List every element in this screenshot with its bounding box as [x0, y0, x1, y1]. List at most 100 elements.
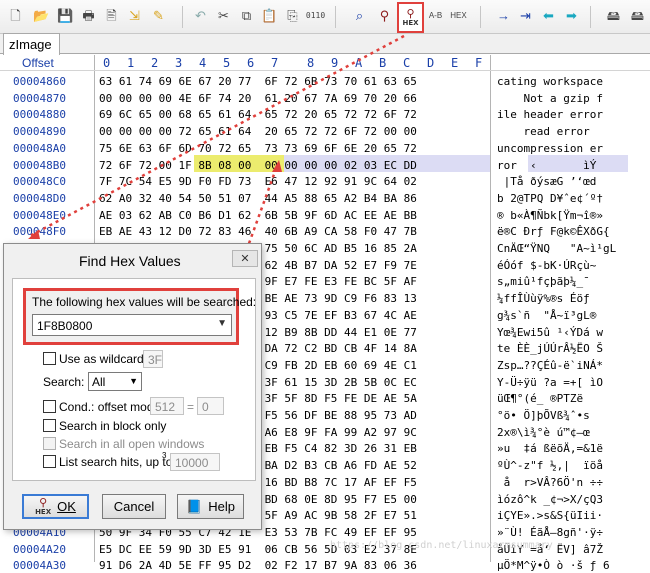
hex-row[interactable]: 000048C0 7F 7C 54 E5 9D F0 FD 73 E6 47 12… [0, 172, 650, 189]
edit-icon[interactable]: ✎ [149, 6, 168, 25]
cond-value-input[interactable]: 0 [197, 397, 224, 415]
open-folder-icon[interactable]: 📂 [32, 6, 51, 25]
hex-row[interactable]: 00004890 00 00 00 00 72 65 61 64 20 65 72… [0, 122, 650, 139]
cond-checkbox[interactable] [43, 400, 56, 413]
copy-icon[interactable]: ⧉ [237, 6, 256, 25]
print-icon[interactable]: 🖶 [79, 6, 98, 25]
dialog-close-button[interactable]: ✕ [232, 250, 258, 267]
row-bytes[interactable]: 75 6E 63 6F 6D 70 72 65 73 73 69 6F 6E 2… [99, 142, 417, 155]
row-bytes[interactable]: 72 6F 72 00 1F 8B 08 00 00 00 00 00 02 0… [99, 159, 417, 172]
row-ascii[interactable]: cating workspace [497, 75, 647, 88]
cond-mod-input[interactable]: 512 [150, 397, 184, 415]
row-ascii[interactable]: ¼ffÎÙùÿ%®s Éöƒ [497, 292, 647, 305]
help-button[interactable]: 📘 Help [177, 494, 244, 519]
row-bytes[interactable]: 63 61 74 69 6E 67 20 77 6F 72 6B 73 70 6… [99, 75, 417, 88]
row-ascii[interactable]: å r>VÂ?6Ö'n ÷÷ [497, 476, 647, 489]
row-ascii[interactable]: Zsp…??ÇÉû-ë`iNÁ* [497, 359, 647, 372]
replace-text-icon[interactable]: A-B [426, 6, 445, 25]
properties-icon[interactable]: 🖹 [102, 6, 121, 25]
export-icon[interactable]: ⇲ [125, 6, 144, 25]
forward-arrow-icon[interactable]: ➡ [562, 6, 581, 25]
row-bytes[interactable]: 00 00 00 00 72 65 61 64 20 65 72 72 6F 7… [99, 125, 417, 138]
column-header: 6 [247, 56, 255, 70]
list-hits-checkbox[interactable] [43, 455, 56, 468]
row-bytes[interactable]: 62 A0 32 40 54 50 51 07 44 A5 88 65 A2 B… [99, 192, 417, 205]
disk2-icon[interactable]: 🖴 [628, 6, 647, 25]
row-ascii[interactable]: Not a gzip f [497, 92, 647, 105]
undo-icon[interactable]: ↶ [191, 6, 210, 25]
row-ascii[interactable]: 2x®\ì¾°è ú™¢—œ [497, 426, 647, 439]
find-hex-button[interactable]: ⚲ HEX [397, 2, 424, 33]
row-bytes[interactable]: EB AE 43 12 D0 72 83 46 40 6B A9 CA 58 F… [99, 225, 417, 238]
row-ascii[interactable]: éÓóf $-bK·ÚRçù~ [497, 259, 647, 272]
disk-icon[interactable]: 🖴 [604, 6, 623, 25]
chevron-down-icon[interactable]: ▼ [217, 318, 227, 329]
row-ascii[interactable]: ile header error [497, 108, 647, 121]
row-ascii[interactable]: ë®C Ðrƒ F@k©ÊXðG{ [497, 225, 647, 238]
cancel-button[interactable]: Cancel [102, 494, 166, 519]
goto-sector-icon[interactable]: ⇥ [516, 6, 535, 25]
column-header: 3 [175, 56, 183, 70]
wildcard-checkbox[interactable] [43, 352, 56, 365]
row-ascii[interactable]: CnÄŒ“ŸNQ "A~ì¹gL [497, 242, 647, 255]
new-file-icon[interactable]: 🗋 [6, 6, 25, 25]
hex-row[interactable]: 00004860 63 61 74 69 6E 67 20 77 6F 72 6B… [0, 72, 650, 89]
row-ascii[interactable]: |Tå ðýsæG ’‘œd [497, 175, 647, 188]
search-scope-select[interactable]: All ▼ [88, 372, 142, 391]
row-ascii[interactable]: ror ‹ ìÝ [497, 159, 647, 172]
row-ascii[interactable]: Y-Ü÷ÿü ?a =+[ ìO [497, 376, 647, 389]
goto-offset-icon[interactable]: → [494, 6, 513, 25]
ok-button[interactable]: ⚲ HEX OK [22, 494, 89, 519]
column-header: E [451, 56, 459, 70]
back-arrow-icon[interactable]: ⬅ [539, 6, 558, 25]
row-offset: 00004870 [13, 91, 66, 105]
hex-row[interactable]: 00004880 69 6C 65 00 68 65 61 64 65 72 20… [0, 105, 650, 122]
row-ascii[interactable]: »¨Ù! ÉãÅ–8gñ'·ÿ÷ [497, 526, 647, 539]
cut-icon[interactable]: ✂ [214, 6, 233, 25]
row-bytes[interactable]: AE 03 62 AB C0 B6 D1 62 6B 5B 9F 6D AC E… [99, 209, 417, 222]
row-ascii[interactable]: s„miû¹fçþãþ¼_¯ [497, 275, 647, 288]
row-ascii[interactable]: »­u ‡á ßëõÄ‚=&1ë [497, 442, 647, 455]
hex-row[interactable]: 000048D0 62 A0 32 40 54 50 51 07 44 A5 88… [0, 189, 650, 206]
paste-icon[interactable]: 📋 [260, 6, 279, 25]
row-ascii[interactable]: iÇYE».>s&S{üIii· [497, 509, 647, 522]
replace-hex-icon[interactable]: HEX [449, 6, 468, 25]
all-windows-checkbox[interactable] [43, 437, 56, 450]
hex-row[interactable]: 000048A0 75 6E 63 6F 6D 70 72 65 73 73 69… [0, 139, 650, 156]
paste-write-icon[interactable]: ⎘ [283, 6, 302, 25]
hex-search-input[interactable]: 1F8B0800 ▼ [32, 314, 232, 336]
row-ascii[interactable]: read error [497, 125, 647, 138]
row-ascii[interactable]: Yœ¾Ewi5û ¹‹ÝDá w [497, 326, 647, 339]
watermark: https://blog.csdn.net/linuxarmsummary [330, 540, 553, 551]
hex-row[interactable]: 00004870 00 00 00 00 4E 6F 74 20 61 20 67… [0, 89, 650, 106]
row-ascii[interactable]: b 2@TPQ D¥ˆe¢´º† [497, 192, 647, 205]
find-text-icon[interactable]: ⌕ [350, 6, 369, 25]
row-ascii[interactable]: uncompression er [497, 142, 647, 155]
list-hits-input[interactable]: 10000 [170, 453, 220, 471]
row-ascii[interactable]: ìózô^k _¢¬>X/çQ3 [497, 493, 647, 506]
row-ascii[interactable]: µÖ*M^ÿ•Ò ò ·š ƒ 6 [497, 559, 647, 572]
row-bytes[interactable]: 00 00 00 00 4E 6F 74 20 61 20 67 7A 69 7… [99, 92, 417, 105]
hex-row[interactable]: 000048B0 72 6F 72 00 1F 8B 08 00 00 00 00… [0, 156, 650, 173]
close-icon: ✕ [240, 253, 250, 265]
block-only-checkbox[interactable] [43, 419, 56, 432]
tab-zimage[interactable]: zImage [3, 33, 60, 55]
row-bytes[interactable]: 69 6C 65 00 68 65 61 64 65 72 20 65 72 7… [99, 108, 417, 121]
row-bytes[interactable]: 91 D6 2A 4D 5E FF 95 D2 02 F2 17 B7 9A 8… [99, 559, 417, 572]
hex-row[interactable]: 000048F0 EB AE 43 12 D0 72 83 46 40 6B A9… [0, 222, 650, 239]
wildcard-input[interactable]: 3F [143, 350, 163, 368]
save-icon[interactable]: 💾 [56, 6, 75, 25]
row-ascii[interactable]: te ÈÈ_jÚÚrÂ½ËO Š [497, 342, 647, 355]
hex-row[interactable]: 000048E0 AE 03 62 AB C0 B6 D1 62 6B 5B 9F… [0, 206, 650, 223]
row-ascii[interactable]: °ö• Ö]þÕVß¾ˆ•s­ [497, 409, 647, 422]
binary-icon[interactable]: 0110 [306, 6, 325, 25]
row-bytes[interactable]: 7F 7C 54 E5 9D F0 FD 73 E6 47 12 92 91 9… [99, 175, 417, 188]
row-ascii[interactable]: g¾s`ñ "Å~ï³gL® [497, 309, 647, 322]
hex-row[interactable]: 00004A30 91 D6 2A 4D 5E FF 95 D2 02 F2 17… [0, 556, 650, 573]
find-text-binoculars-icon[interactable]: ⚲ [375, 6, 394, 25]
row-ascii[interactable]: üŒ¶°(é_ ®PTZë [497, 392, 647, 405]
chevron-down-icon[interactable]: ▼ [129, 376, 138, 386]
row-ascii[interactable]: ® b«À¶Ñbk[Ÿm¬î®» [497, 209, 647, 222]
row-ascii[interactable]: ºÙ^-z"f ½,| ïöå [497, 459, 647, 472]
row-offset: 00004A30 [13, 559, 66, 573]
